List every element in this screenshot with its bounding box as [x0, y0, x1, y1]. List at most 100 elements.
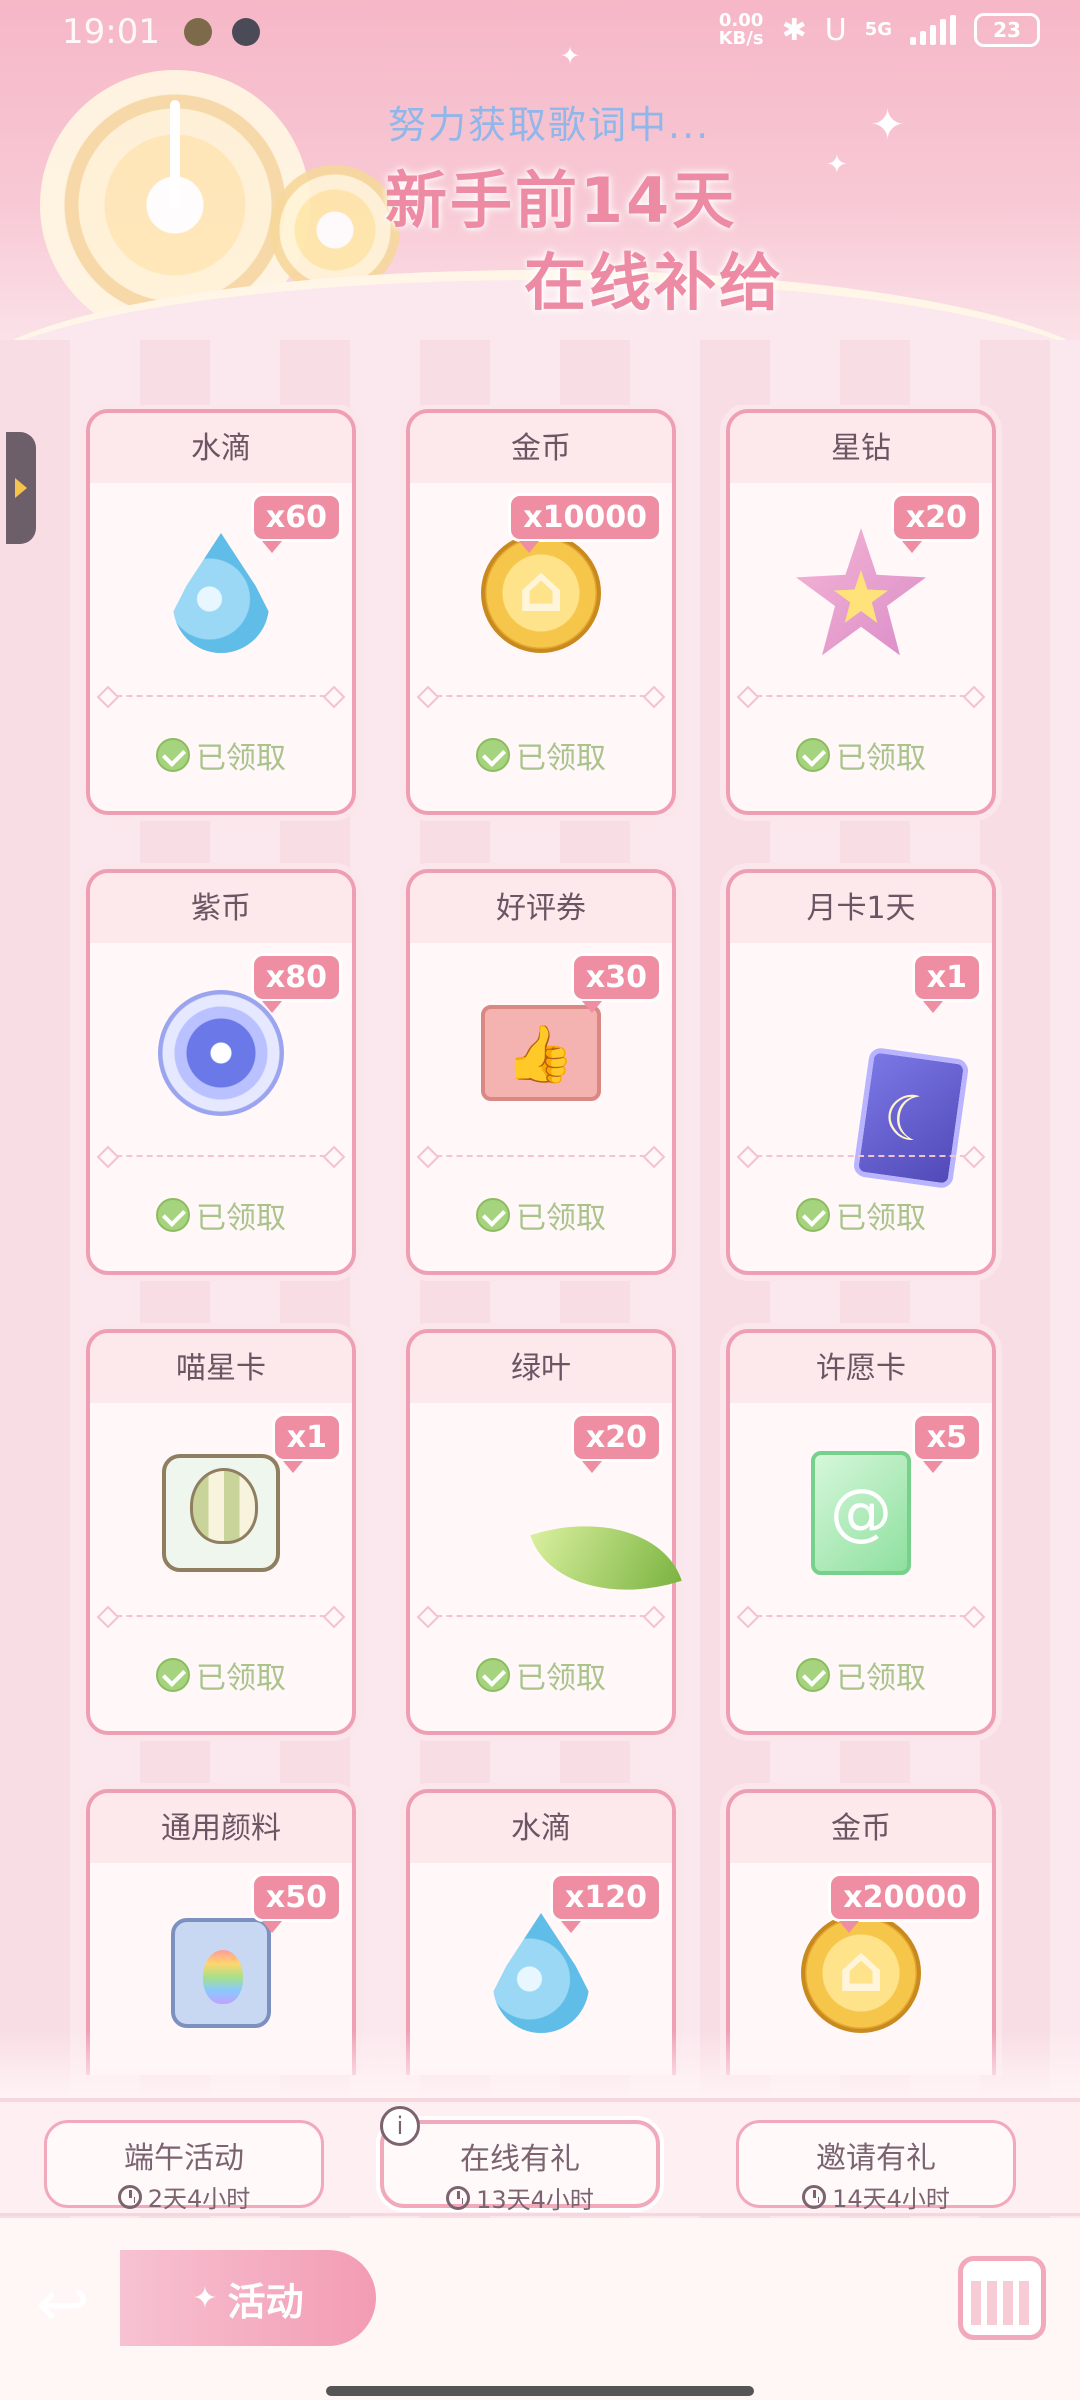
divider — [426, 1155, 656, 1157]
reward-quantity-badge: x20000 — [828, 1873, 982, 1933]
claimed-status: 已领取 — [410, 1193, 672, 1237]
claimed-text: 已领取 — [196, 741, 286, 776]
divider — [426, 695, 656, 697]
reward-quantity-badge: x1 — [271, 1413, 342, 1473]
tab-time: 14天4小时 — [739, 2179, 1013, 2214]
clock-icon — [802, 2184, 827, 2209]
reward-name: 水滴 — [410, 1793, 672, 1863]
wish-card-icon — [811, 1451, 911, 1575]
reward-name: 水滴 — [90, 413, 352, 483]
reward-quantity-badge: x80 — [250, 953, 342, 1013]
reward-quantity-badge: x20 — [890, 493, 982, 553]
check-icon — [796, 1658, 830, 1692]
sparkle-icon: ✦ — [192, 2280, 218, 2316]
sparkle-icon: ✦ — [826, 150, 848, 180]
reward-name: 金币 — [410, 413, 672, 483]
reward-body: x10000 — [410, 483, 672, 683]
reward-card[interactable]: 绿叶 x20 已领取 — [406, 1329, 682, 1735]
notification-app-icon — [232, 18, 260, 46]
reward-name: 许愿卡 — [730, 1333, 992, 1403]
check-icon — [476, 1198, 510, 1232]
divider — [106, 1155, 336, 1157]
status-bar: 19:01 0.00 KB/s ✱ ᑌ 5G 23 — [0, 0, 1080, 70]
reward-card[interactable]: 许愿卡 x5 已领取 — [726, 1329, 996, 1735]
reward-body: x60 — [90, 483, 352, 683]
reward-body: x1 — [90, 1403, 352, 1603]
claimed-status: 已领取 — [730, 1193, 992, 1237]
activity-label: 活动 — [227, 2279, 304, 2324]
battery-icon: 23 — [974, 13, 1040, 47]
bluetooth-icon: ✱ — [781, 12, 807, 48]
reward-body: x20 — [410, 1403, 682, 1621]
claimed-status: 已领取 — [730, 1653, 992, 1697]
claimed-text: 已领取 — [516, 741, 606, 776]
network-speed: 0.00 KB/s — [718, 10, 764, 49]
reward-quantity-badge: x20 — [570, 1413, 662, 1473]
tab-online-gift[interactable]: 在线有礼 13天4小时 — [380, 2120, 660, 2214]
claimed-status: 已领取 — [90, 1193, 352, 1237]
divider — [106, 1615, 336, 1617]
claimed-status: 已领取 — [410, 1653, 672, 1697]
signal-type: 5G — [864, 19, 892, 40]
tab-time: 2天4小时 — [47, 2179, 321, 2214]
divider — [426, 1615, 656, 1617]
reward-name: 星钻 — [730, 413, 992, 483]
tab-dragon-boat[interactable]: 端午活动 2天4小时 — [44, 2120, 324, 2213]
signal-bars-icon — [910, 15, 956, 45]
calendar-icon[interactable] — [958, 2256, 1046, 2340]
claimed-status: 已领取 — [90, 1653, 352, 1697]
tab-time-text: 2天4小时 — [147, 2185, 251, 2213]
page-title-line2: 在线补给 — [524, 246, 785, 319]
reward-body: x1 — [730, 943, 992, 1190]
reward-card[interactable]: 好评券 x30 已领取 — [406, 869, 676, 1275]
reward-name: 金币 — [730, 1793, 992, 1863]
reward-card[interactable]: 紫币 x80 已领取 — [86, 869, 356, 1275]
reward-name: 月卡1天 — [730, 873, 992, 943]
reward-card[interactable]: 金币 x10000 已领取 — [406, 409, 676, 815]
reward-body: x20 — [730, 483, 992, 683]
check-icon — [796, 738, 830, 772]
reward-card[interactable]: 星钻 x20 已领取 — [726, 409, 996, 815]
page-title-line1: 新手前14天 — [385, 164, 738, 237]
activity-button[interactable]: ✦ 活动 — [120, 2250, 376, 2346]
claimed-text: 已领取 — [516, 1201, 606, 1236]
tab-label: 邀请有礼 — [816, 2141, 936, 2176]
claimed-text: 已领取 — [836, 741, 926, 776]
reward-name: 好评券 — [410, 873, 672, 943]
info-icon[interactable]: i — [380, 2106, 420, 2146]
check-icon — [796, 1198, 830, 1232]
clock-icon — [446, 2185, 471, 2210]
status-time: 19:01 — [62, 12, 160, 52]
tab-time-text: 14天4小时 — [832, 2185, 950, 2213]
hot-air-balloon-card-icon — [162, 1454, 280, 1572]
gold-coin-icon — [481, 533, 601, 653]
divider — [106, 695, 336, 697]
clock-icon — [117, 2184, 142, 2209]
tab-time-text: 13天4小时 — [476, 2186, 594, 2214]
bottom-decoration — [0, 2030, 1080, 2100]
reward-name: 喵星卡 — [90, 1333, 352, 1403]
green-leaf-icon — [530, 1495, 682, 1621]
reward-card[interactable]: 月卡1天 x1 已领取 — [726, 869, 996, 1275]
reward-quantity-badge: x60 — [250, 493, 342, 553]
status-right-group: 0.00 KB/s ✱ ᑌ 5G 23 — [719, 12, 1040, 48]
thumbs-up-voucher-icon — [481, 1005, 601, 1101]
sparkle-icon: ✦ — [870, 100, 906, 149]
water-drop-icon — [173, 533, 269, 653]
home-indicator[interactable] — [326, 2386, 754, 2396]
claimed-text: 已领取 — [196, 1201, 286, 1236]
reward-quantity-badge: x120 — [550, 1873, 662, 1933]
reward-quantity-badge: x50 — [250, 1873, 342, 1933]
reward-body: x5 — [730, 1403, 992, 1603]
tab-label: 端午活动 — [124, 2141, 244, 2176]
back-arrow-icon[interactable]: ↩ — [36, 2268, 116, 2342]
check-icon — [476, 1658, 510, 1692]
claimed-text: 已领取 — [196, 1661, 286, 1696]
tab-invite-gift[interactable]: 邀请有礼 14天4小时 — [736, 2120, 1016, 2213]
reward-name: 通用颜料 — [90, 1793, 352, 1863]
divider — [746, 1155, 976, 1157]
reward-card[interactable]: 水滴 x60 已领取 — [86, 409, 356, 815]
header-subtitle: 努力获取歌词中... — [388, 103, 711, 147]
reward-body: x30 — [410, 943, 672, 1143]
reward-card[interactable]: 喵星卡 x1 已领取 — [86, 1329, 356, 1735]
